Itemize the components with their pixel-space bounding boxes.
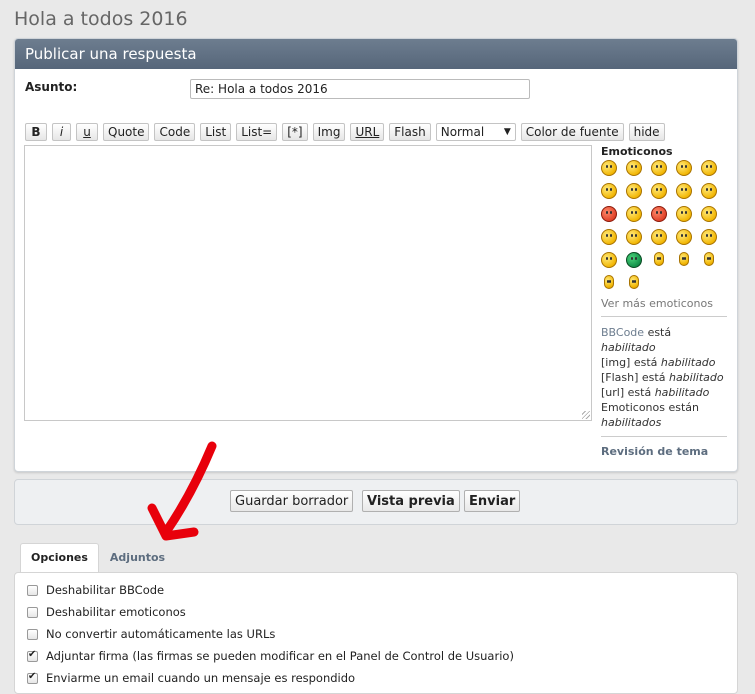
emoticon-arrow-icon[interactable]	[701, 229, 717, 245]
emoticon-thumb-icon[interactable]	[654, 252, 664, 266]
font-size-value: Normal	[440, 125, 485, 139]
emoticon-angry-icon[interactable]	[601, 206, 617, 222]
option-label: Adjuntar firma (las firmas se pueden mod…	[46, 649, 514, 663]
sidebar-divider-2	[601, 436, 727, 437]
submit-actions: Guardar borrador Vista previa Enviar	[14, 479, 738, 525]
emoticon-razz-icon[interactable]	[701, 183, 717, 199]
emoticon-idea-icon[interactable]	[676, 229, 692, 245]
emoticon-ugeek-icon[interactable]	[704, 252, 714, 266]
subject-input[interactable]	[190, 79, 530, 99]
emoticons-grid	[601, 160, 727, 289]
underline-button[interactable]: u	[76, 123, 98, 141]
emoticon-rolleyes-icon[interactable]	[701, 206, 717, 222]
emoticon-lol-icon[interactable]	[651, 183, 667, 199]
emoticons-status-line: Emoticonos están	[601, 401, 699, 414]
options-panel: Deshabilitar BBCode Deshabilitar emotico…	[14, 572, 738, 694]
resize-handle-icon[interactable]	[582, 411, 590, 419]
emoticon-mrgreen-icon[interactable]	[626, 252, 642, 268]
emoticon-question-icon[interactable]	[651, 229, 667, 245]
checkbox-checked[interactable]	[27, 649, 38, 662]
hide-button[interactable]: hide	[628, 123, 665, 141]
emoticon-sad-icon[interactable]	[651, 160, 667, 176]
font-color-button[interactable]: Color de fuente	[520, 123, 624, 141]
subject-label: Asunto:	[25, 80, 78, 94]
url-status-line: [url] está	[601, 386, 652, 399]
emoticon-exclaim-icon[interactable]	[626, 229, 642, 245]
topic-review-link[interactable]: Revisión de tema	[601, 445, 727, 458]
red-arrow-annotation	[147, 441, 217, 541]
post-tabs: Opciones Adjuntos	[20, 543, 176, 572]
reply-panel: Publicar una respuesta Asunto: B i u Quo…	[14, 38, 738, 472]
option-no-auto-urls[interactable]: No convertir automáticamente las URLs	[27, 627, 275, 641]
list-item-button[interactable]: [*]	[282, 123, 308, 141]
tab-attachments[interactable]: Adjuntos	[99, 543, 176, 572]
option-notify-reply[interactable]: Enviarme un email cuando un mensaje es r…	[27, 671, 355, 685]
bbcode-status: BBCode está habilitado [img] está habili…	[601, 325, 727, 430]
emoticon-wink-icon[interactable]	[601, 229, 617, 245]
tab-options[interactable]: Opciones	[20, 543, 99, 572]
flash-status-line: [Flash] está	[601, 371, 666, 384]
checkbox[interactable]	[27, 628, 38, 640]
option-attach-signature[interactable]: Adjuntar firma (las firmas se pueden mod…	[27, 649, 514, 663]
flash-status-value: habilitado	[668, 371, 724, 384]
emoticon-confused-icon[interactable]	[601, 183, 617, 199]
ordered-list-button[interactable]: List=	[236, 123, 278, 141]
option-label: Deshabilitar emoticonos	[46, 605, 186, 619]
message-textarea[interactable]	[24, 145, 592, 421]
bold-button[interactable]: B	[25, 123, 47, 141]
bbcode-status-value: habilitado	[601, 341, 656, 354]
option-disable-emoticons[interactable]: Deshabilitar emoticonos	[27, 605, 186, 619]
img-button[interactable]: Img	[312, 123, 346, 141]
emoticon-evil-icon[interactable]	[651, 206, 667, 222]
list-button[interactable]: List	[200, 123, 232, 141]
emoticon-geek-icon[interactable]	[679, 252, 689, 266]
editor-sidebar: Emoticonos Ver más emoticonos BBCode est…	[601, 145, 727, 458]
img-status-line: [img] está	[601, 356, 658, 369]
url-button[interactable]: URL	[350, 123, 385, 141]
emoticon-smile-icon[interactable]	[626, 160, 642, 176]
bbcode-link[interactable]: BBCode	[601, 326, 644, 339]
emoticon-mad-icon[interactable]	[676, 183, 692, 199]
emoticon-dance-icon[interactable]	[629, 275, 639, 289]
emoticon-eek-icon[interactable]	[701, 160, 717, 176]
page-title: Hola a todos 2016	[14, 8, 188, 30]
chevron-down-icon: ▼	[503, 127, 511, 137]
emoticon-surprised-icon[interactable]	[676, 160, 692, 176]
emoticon-neutral-icon[interactable]	[601, 252, 617, 268]
emoticons-status-value: habilitados	[601, 416, 662, 429]
emoticons-title: Emoticonos	[601, 145, 673, 158]
preview-button[interactable]: Vista previa	[362, 490, 460, 512]
option-label: Enviarme un email cuando un mensaje es r…	[46, 671, 356, 685]
option-label: Deshabilitar BBCode	[46, 583, 165, 597]
checkbox[interactable]	[27, 584, 38, 596]
save-draft-button[interactable]: Guardar borrador	[230, 490, 354, 512]
emoticon-biggrin-icon[interactable]	[601, 160, 617, 176]
bbcode-toolbar: B i u Quote Code List List= [*] Img URL …	[25, 123, 665, 141]
url-status-value: habilitado	[654, 386, 710, 399]
quote-button[interactable]: Quote	[103, 123, 150, 141]
flash-button[interactable]: Flash	[389, 123, 431, 141]
option-disable-bbcode[interactable]: Deshabilitar BBCode	[27, 583, 164, 597]
emoticon-cool-icon[interactable]	[626, 183, 642, 199]
more-emoticons-link[interactable]: Ver más emoticonos	[601, 297, 727, 310]
option-label: No convertir automáticamente las URLs	[46, 627, 276, 641]
font-size-select[interactable]: Normal ▼	[435, 123, 516, 141]
img-status-value: habilitado	[660, 356, 716, 369]
bbcode-status-word: está	[647, 326, 672, 339]
emoticon-hand-icon[interactable]	[604, 275, 614, 289]
sidebar-divider	[601, 316, 727, 317]
emoticon-twisted-icon[interactable]	[676, 206, 692, 222]
code-button[interactable]: Code	[154, 123, 196, 141]
submit-button[interactable]: Enviar	[464, 490, 521, 512]
emoticon-redface-icon[interactable]	[626, 206, 642, 222]
italic-button[interactable]: i	[52, 123, 71, 141]
panel-header: Publicar una respuesta	[15, 39, 737, 69]
checkbox[interactable]	[27, 606, 38, 618]
